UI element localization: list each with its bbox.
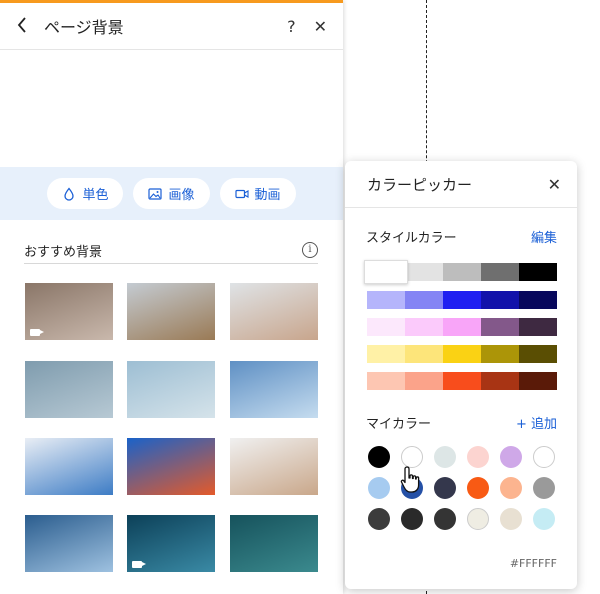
image-icon bbox=[148, 187, 163, 201]
palette-row bbox=[364, 260, 557, 284]
my-color-swatch[interactable] bbox=[533, 446, 555, 468]
palette-row bbox=[367, 318, 557, 336]
my-color-swatch[interactable] bbox=[500, 446, 522, 468]
my-color-swatch[interactable] bbox=[533, 508, 555, 530]
picker-close-button[interactable]: ✕ bbox=[548, 175, 561, 194]
color-swatch[interactable] bbox=[405, 291, 443, 309]
panel-title: ページ背景 bbox=[44, 18, 124, 37]
color-swatch[interactable] bbox=[519, 291, 557, 309]
color-swatch[interactable] bbox=[519, 318, 557, 336]
palette-row bbox=[367, 291, 557, 309]
color-swatch[interactable] bbox=[481, 318, 519, 336]
color-swatch[interactable] bbox=[519, 345, 557, 363]
color-swatch[interactable] bbox=[405, 372, 443, 390]
color-swatch[interactable] bbox=[443, 318, 481, 336]
background-thumbnail-skyscrapers[interactable] bbox=[25, 515, 113, 572]
color-picker-popup: カラーピッカー ✕ スタイルカラー 編集 マイカラー + 追加 #FFFFFF bbox=[345, 161, 577, 589]
color-swatch[interactable] bbox=[443, 345, 481, 363]
close-button[interactable]: ✕ bbox=[314, 17, 327, 36]
background-thumbnail-yoga-pose[interactable] bbox=[230, 283, 318, 340]
color-swatch[interactable] bbox=[481, 263, 519, 281]
color-swatch[interactable] bbox=[481, 345, 519, 363]
color-swatch[interactable] bbox=[405, 345, 443, 363]
background-thumbnail-shadow-leaves[interactable] bbox=[25, 283, 113, 340]
my-color-swatch[interactable] bbox=[467, 508, 489, 530]
background-thumbnail-glass-building[interactable] bbox=[230, 361, 318, 418]
color-swatch[interactable] bbox=[519, 372, 557, 390]
background-thumbnail-mountain-cabin[interactable] bbox=[127, 283, 215, 340]
video-badge-icon bbox=[30, 329, 44, 336]
my-color-swatch[interactable] bbox=[467, 446, 489, 468]
my-color-swatch[interactable] bbox=[500, 477, 522, 499]
recommended-label: おすすめ背景 bbox=[24, 244, 103, 260]
color-swatch[interactable] bbox=[481, 372, 519, 390]
my-color-swatch[interactable] bbox=[434, 508, 456, 530]
edit-link[interactable]: 編集 bbox=[531, 227, 557, 246]
color-swatch[interactable] bbox=[364, 260, 408, 284]
my-color-swatch[interactable] bbox=[500, 508, 522, 530]
image-button[interactable]: 画像 bbox=[133, 178, 210, 209]
color-button-label: 単色 bbox=[82, 188, 109, 203]
my-color-swatch[interactable] bbox=[401, 508, 423, 530]
my-color-swatch[interactable] bbox=[368, 446, 390, 468]
my-colors-label: マイカラー bbox=[366, 417, 432, 432]
color-swatch[interactable] bbox=[405, 318, 443, 336]
background-thumbnail-lemon-glass[interactable] bbox=[127, 438, 215, 495]
style-colors-header: スタイルカラー 編集 bbox=[366, 227, 557, 246]
color-button[interactable]: 単色 bbox=[47, 178, 124, 209]
my-color-swatch[interactable] bbox=[368, 477, 390, 499]
palette-row bbox=[367, 372, 557, 390]
picker-title: カラーピッカー bbox=[367, 175, 473, 194]
background-thumbnail-sea-swimmers[interactable] bbox=[230, 515, 318, 572]
my-color-swatch[interactable] bbox=[368, 508, 390, 530]
my-color-swatch[interactable] bbox=[467, 477, 489, 499]
color-swatch[interactable] bbox=[367, 345, 405, 363]
background-thumbnail-tennis-player[interactable] bbox=[230, 438, 318, 495]
my-color-swatch[interactable] bbox=[434, 477, 456, 499]
chevron-left-icon[interactable] bbox=[16, 14, 40, 38]
help-button[interactable]: ? bbox=[287, 17, 296, 36]
video-button[interactable]: 動画 bbox=[219, 178, 296, 209]
hand-cursor-icon bbox=[400, 465, 424, 499]
color-swatch[interactable] bbox=[519, 263, 557, 281]
page-background-panel: ページ背景 ? ✕ 単色 画像 動画 おすすめ背景 i bbox=[0, 0, 343, 594]
video-icon bbox=[234, 187, 249, 201]
picker-header: カラーピッカー ✕ bbox=[345, 161, 577, 208]
add-color-link[interactable]: + 追加 bbox=[516, 413, 557, 432]
info-icon[interactable]: i bbox=[302, 242, 318, 258]
color-swatch[interactable] bbox=[405, 263, 443, 281]
background-thumbnail-underwater-light[interactable] bbox=[127, 515, 215, 572]
my-colors-header: マイカラー + 追加 bbox=[366, 413, 557, 432]
color-swatch[interactable] bbox=[367, 291, 405, 309]
image-button-label: 画像 bbox=[168, 188, 195, 203]
palette-row bbox=[367, 345, 557, 363]
style-colors-label: スタイルカラー bbox=[366, 231, 457, 246]
color-swatch[interactable] bbox=[367, 372, 405, 390]
video-badge-icon bbox=[132, 561, 146, 568]
video-button-label: 動画 bbox=[254, 188, 281, 203]
media-type-bar: 単色 画像 動画 bbox=[0, 167, 343, 220]
my-color-swatch[interactable] bbox=[533, 477, 555, 499]
droplet-icon bbox=[62, 186, 76, 201]
recommended-header: おすすめ背景 i bbox=[24, 237, 318, 264]
my-color-swatch[interactable] bbox=[434, 446, 456, 468]
color-swatch[interactable] bbox=[443, 263, 481, 281]
color-swatch[interactable] bbox=[367, 318, 405, 336]
color-swatch[interactable] bbox=[443, 372, 481, 390]
background-thumbnail-santorini[interactable] bbox=[25, 438, 113, 495]
hex-value: #FFFFFF bbox=[509, 557, 557, 570]
color-swatch[interactable] bbox=[481, 291, 519, 309]
color-swatch[interactable] bbox=[443, 291, 481, 309]
background-thumbnail-cans-pattern[interactable] bbox=[25, 361, 113, 418]
background-thumbnail-pills-shadow[interactable] bbox=[127, 361, 215, 418]
panel-header: ページ背景 ? ✕ bbox=[0, 3, 343, 50]
